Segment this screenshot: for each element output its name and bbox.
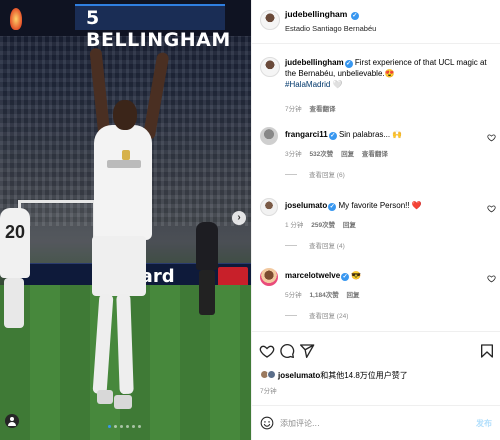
comment-avatar[interactable] [260, 127, 278, 145]
view-replies-button[interactable]: 查看回复 (6) [285, 169, 345, 179]
header-username[interactable]: judebellingham ✓ [285, 9, 359, 20]
person-tag-icon[interactable] [5, 414, 19, 428]
caption-username[interactable]: judebellingham [285, 58, 344, 67]
view-replies-label[interactable]: 查看回复 (24) [309, 310, 348, 320]
comment-meta: 3分钟 532次赞 回复 查看翻译 [285, 148, 394, 158]
comment-likes[interactable]: 1,184次赞 [309, 292, 338, 299]
hashtag-link[interactable]: #HalaMadrid [285, 80, 330, 89]
carousel-dot [126, 425, 129, 428]
comment-time: 5分钟 [285, 292, 302, 299]
jersey-sponsor [107, 160, 141, 168]
player-head [113, 100, 137, 130]
tag-icon-shoulders [8, 422, 16, 426]
stadium-banner: 5 BELLINGHAM [0, 0, 251, 51]
view-replies-button[interactable]: 查看回复 (24) [285, 310, 348, 320]
player-right-boot [114, 395, 132, 409]
verified-badge-icon: ✓ [328, 203, 337, 211]
caption-emoji: 🤍 [330, 80, 343, 89]
ad-board-logo [218, 267, 248, 287]
background-player-right [196, 222, 218, 270]
comment-meta: 1 分钟 259次赞 回复 [285, 219, 362, 229]
comment-time: 1 分钟 [285, 222, 304, 229]
heart-icon[interactable] [487, 204, 496, 213]
caption-avatar[interactable] [260, 57, 280, 77]
comment-avatar[interactable] [260, 268, 278, 286]
post-timestamp: 7分钟 [260, 388, 277, 395]
tag-icon-head [10, 417, 14, 421]
caption-translate-link[interactable]: 查看翻译 [309, 106, 335, 113]
comment-text: joselumato ✓ My favorite Person!! ❤️ [285, 201, 475, 211]
header-username-text[interactable]: judebellingham [285, 9, 347, 19]
jersey-badge [122, 150, 130, 160]
verified-badge-icon: ✓ [341, 273, 350, 281]
view-replies-label[interactable]: 查看回复 (4) [309, 240, 345, 250]
carousel-dot [132, 425, 135, 428]
emoji-icon[interactable] [260, 416, 274, 430]
replies-divider [285, 173, 297, 175]
comment-text: frangarci11 ✓ Sin palabras... 🙌 [285, 130, 475, 140]
view-replies-label[interactable]: 查看回复 (6) [309, 169, 345, 179]
liked-by: joselumato和其他14.8万位用户赞了 [260, 370, 408, 381]
translate-link[interactable]: 查看翻译 [362, 151, 388, 158]
flame-decoration [10, 8, 22, 30]
verified-badge-icon: ✓ [344, 60, 353, 68]
background-player-right-legs [199, 270, 215, 315]
comment-username[interactable]: joselumato [285, 201, 327, 210]
view-replies-button[interactable]: 查看回复 (4) [285, 240, 345, 250]
banner-text: 5 BELLINGHAM [86, 7, 231, 51]
comment-avatar[interactable] [260, 198, 278, 216]
post-side-panel: judebellingham ✓ Estadio Santiago Bernab… [251, 0, 500, 440]
carousel-dot [114, 425, 117, 428]
comment-likes[interactable]: 259次赞 [311, 222, 335, 229]
reply-button[interactable]: 回复 [343, 222, 356, 229]
carousel-dot [120, 425, 123, 428]
replies-divider [285, 314, 297, 316]
caption-meta: 7分钟 查看翻译 [285, 103, 341, 113]
comment-body: 😎 [351, 271, 362, 280]
comment-text: marcelotwelve ✓ 😎 [285, 271, 475, 281]
verified-badge-icon: ✓ [328, 132, 337, 140]
comment-input[interactable] [280, 415, 460, 431]
post-header: judebellingham ✓ Estadio Santiago Bernab… [252, 0, 500, 44]
verified-badge-icon: ✓ [350, 12, 359, 20]
likes-count[interactable]: 和其他14.8万位用户赞了 [320, 371, 408, 380]
comment-username[interactable]: marcelotwelve [285, 271, 340, 280]
replies-divider [285, 244, 297, 246]
share-icon[interactable] [299, 343, 315, 359]
carousel-dot [108, 425, 111, 428]
heart-icon[interactable] [487, 133, 496, 142]
reply-button[interactable]: 回复 [347, 292, 360, 299]
player-left-boot [97, 390, 113, 404]
comment-likes[interactable]: 532次赞 [309, 151, 333, 158]
post-photo[interactable]: 5 BELLINGHAM card 20 › [0, 0, 251, 440]
carousel-dot [138, 425, 141, 428]
carousel-dots [108, 425, 141, 428]
add-comment-bar: 发布 [252, 405, 500, 440]
heart-icon[interactable] [487, 274, 496, 283]
player-jersey [94, 125, 152, 240]
heart-icon[interactable] [259, 343, 275, 359]
caption-time: 7分钟 [285, 106, 302, 113]
chevron-right-icon[interactable]: › [232, 211, 246, 225]
liker-avatar [267, 370, 276, 379]
caption-text: judebellingham ✓ First experience of that… [285, 57, 490, 90]
location-link[interactable]: Estadio Santiago Bernabéu [285, 24, 376, 33]
background-player-left [0, 208, 30, 278]
shirt-number: 20 [5, 222, 26, 242]
comment-time: 3分钟 [285, 151, 302, 158]
post-comment-button[interactable]: 发布 [476, 418, 492, 429]
comment-username[interactable]: frangarci11 [285, 130, 328, 139]
reply-button[interactable]: 回复 [341, 151, 354, 158]
comment-meta: 5分钟 1,184次赞 回复 [285, 289, 366, 299]
comment-body: My favorite Person!! ❤️ [338, 201, 422, 210]
background-player-left-legs [4, 278, 24, 328]
player-shorts [92, 236, 146, 296]
comment-icon[interactable] [279, 343, 295, 359]
liker-username[interactable]: joselumato [278, 371, 320, 380]
comment-body: Sin palabras... 🙌 [338, 130, 403, 139]
bookmark-icon[interactable] [479, 343, 495, 359]
action-bar [252, 331, 500, 371]
avatar[interactable] [260, 10, 280, 30]
